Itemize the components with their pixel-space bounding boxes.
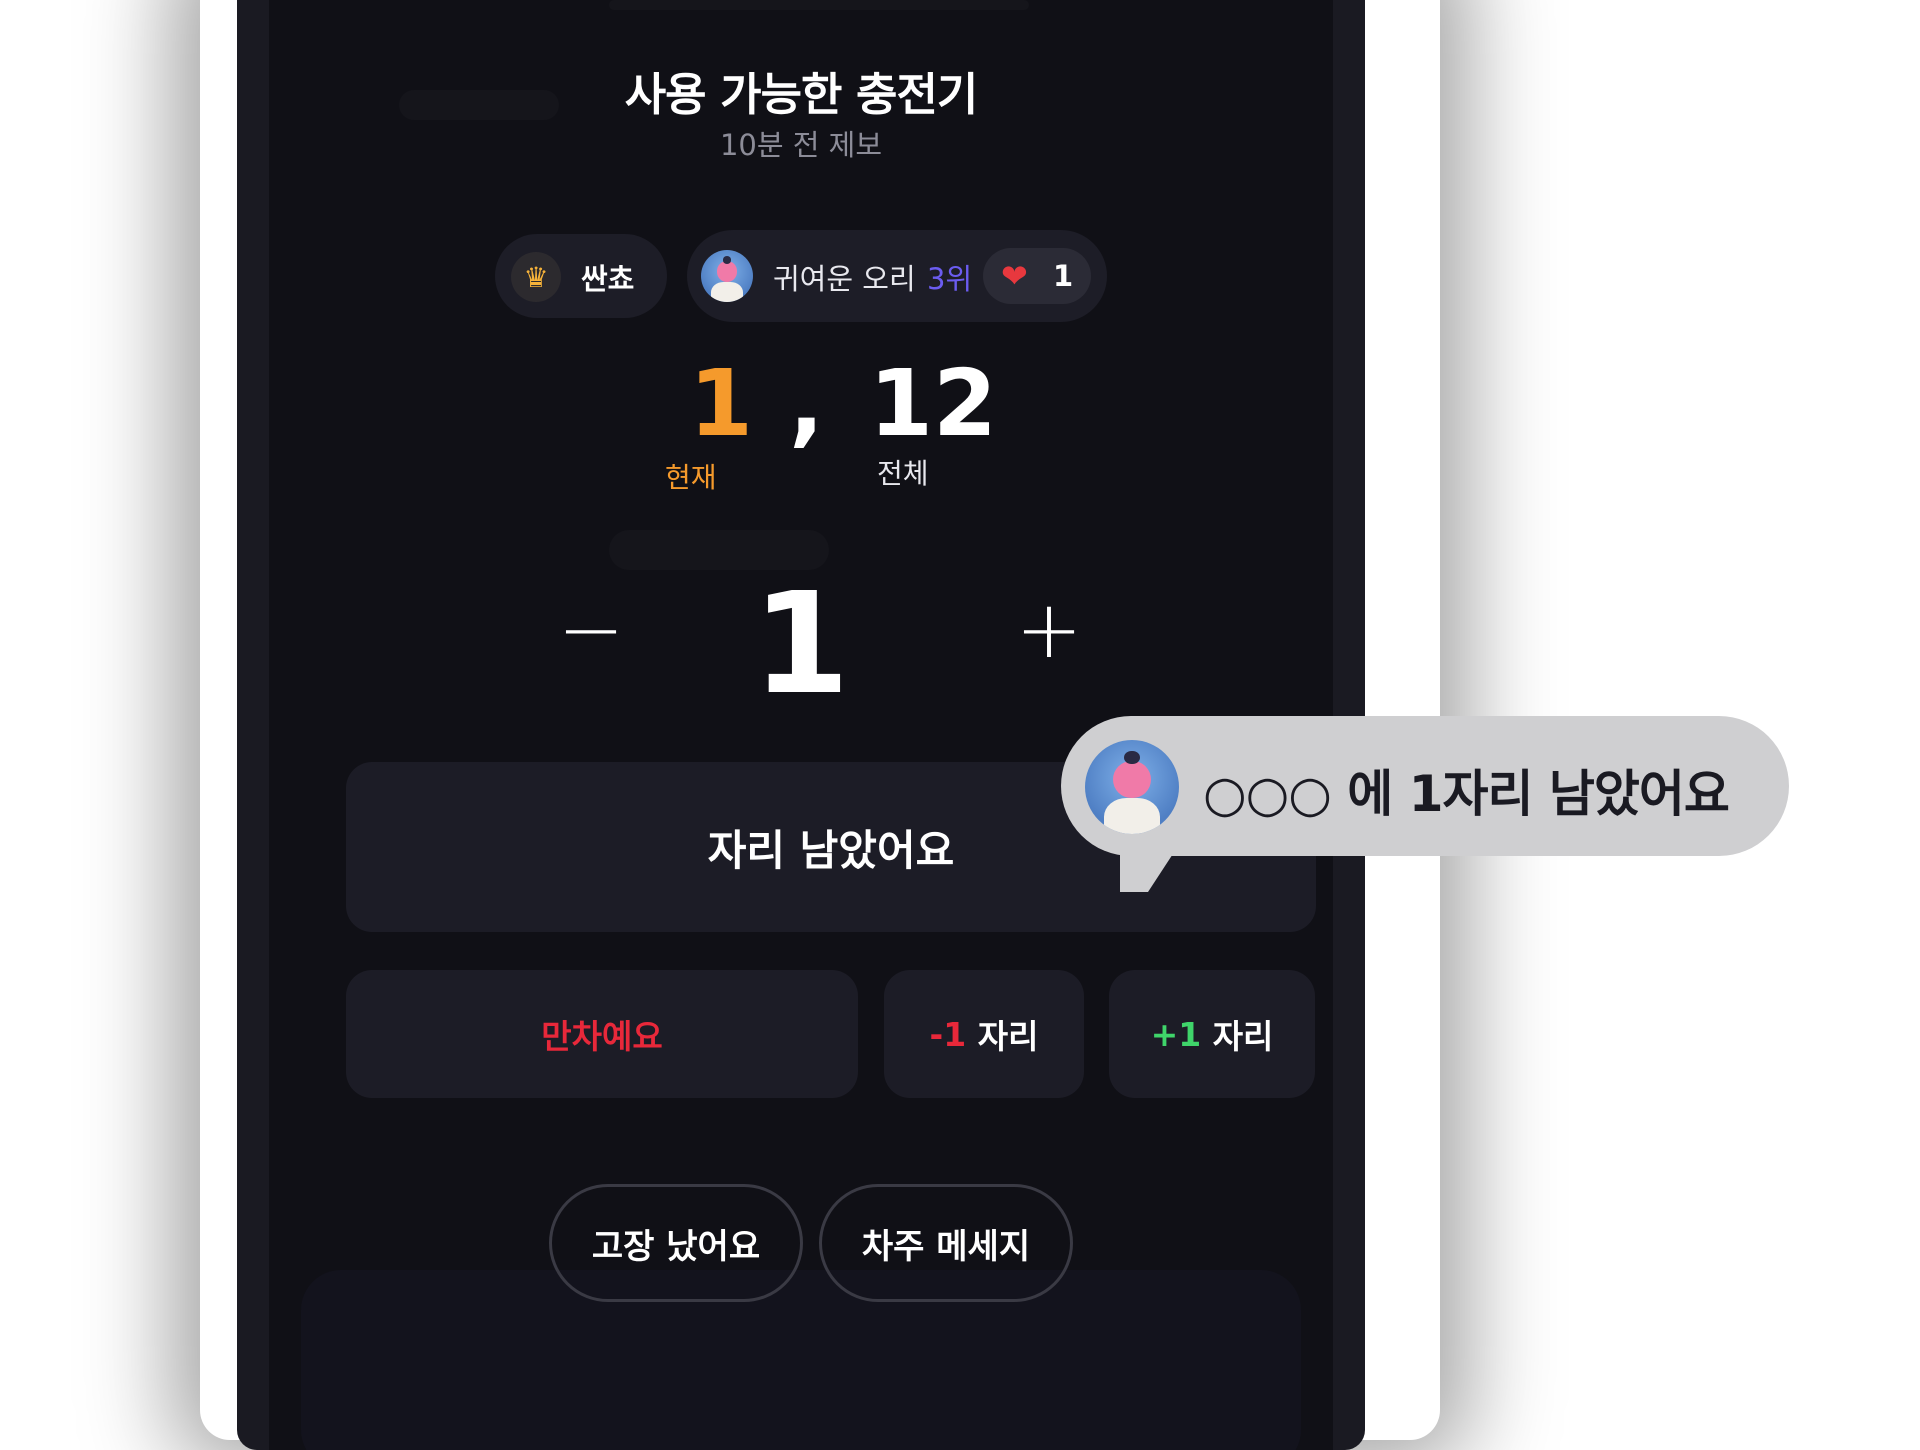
- king-badge[interactable]: ♛ 싼쵸: [495, 234, 667, 318]
- like-count: 1: [1053, 259, 1074, 293]
- report-time: 10분 전 제보: [719, 128, 883, 162]
- full-button[interactable]: 만차예요: [346, 970, 858, 1098]
- avatar: [1085, 740, 1179, 834]
- like-button[interactable]: ❤ 1: [983, 248, 1091, 304]
- plus-one-unit: 자리: [1201, 1017, 1274, 1056]
- plus-one-seat-button[interactable]: +1 자리: [1109, 970, 1315, 1098]
- reporter-name: 귀여운 오리: [773, 262, 916, 296]
- total-label: 전체: [877, 457, 929, 490]
- speech-bubble: ○○○ 에 1자리 남았어요: [1061, 716, 1789, 856]
- ghost-bar: [609, 0, 1029, 10]
- stepper-value: 1: [752, 563, 850, 726]
- reporter-badge[interactable]: 귀여운 오리 3위 ❤ 1: [687, 230, 1107, 322]
- crown-icon: ♛: [511, 252, 561, 302]
- count-separator: ,: [789, 350, 824, 457]
- total-count: 12: [869, 350, 998, 457]
- increment-button[interactable]: +: [999, 580, 1099, 680]
- plus-one-value: +1: [1150, 1014, 1202, 1054]
- bottom-sheet-ghost: [301, 1270, 1301, 1450]
- king-name: 싼쵸: [581, 262, 635, 296]
- owner-message-button[interactable]: 차주 메세지: [819, 1184, 1073, 1302]
- page-title: 사용 가능한 충전기: [624, 68, 979, 121]
- minus-one-value: -1: [929, 1014, 967, 1054]
- minus-one-unit: 자리: [966, 1017, 1039, 1056]
- broken-report-button[interactable]: 고장 났어요: [549, 1184, 803, 1302]
- reporter-rank: 3위: [927, 262, 973, 296]
- current-count: 1: [689, 350, 754, 457]
- bubble-message: ○○○ 에 1자리 남았어요: [1203, 765, 1730, 823]
- current-label: 현재: [665, 461, 717, 494]
- minus-one-seat-button[interactable]: -1 자리: [884, 970, 1084, 1098]
- avatar: [701, 250, 753, 302]
- heart-icon: ❤: [1001, 257, 1028, 295]
- decrement-button[interactable]: −: [541, 580, 641, 680]
